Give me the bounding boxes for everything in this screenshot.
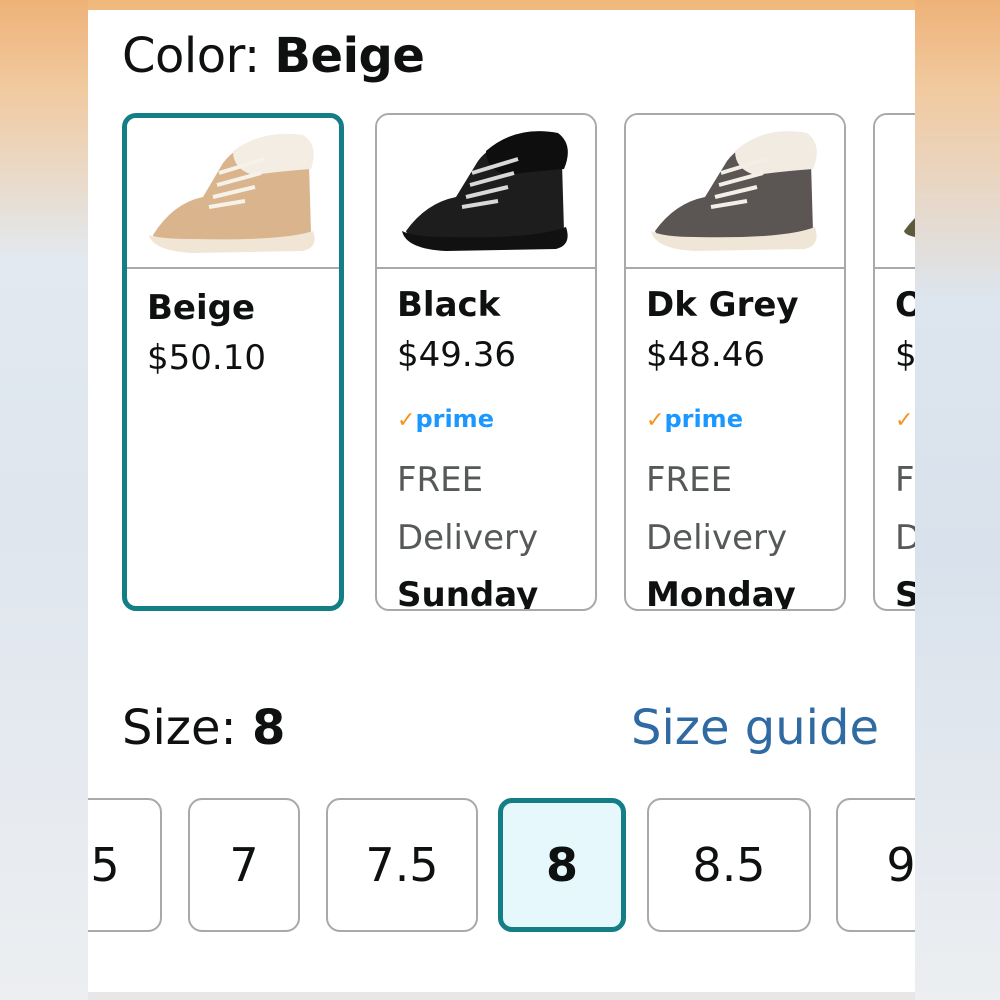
color-swatch-olive[interactable]: O $ ✓prime F D S — [873, 113, 915, 611]
size-heading: Size: 8 — [122, 700, 285, 756]
color-swatch-beige[interactable]: Beige $50.10 — [122, 113, 344, 611]
size-option-9[interactable]: 9 — [836, 798, 915, 932]
size-guide-link[interactable]: Size guide — [631, 700, 879, 756]
swatch-price: $ — [895, 335, 915, 375]
color-heading: Color: Beige — [122, 28, 425, 84]
prime-badge: ✓prime — [895, 405, 915, 433]
boot-image-black — [377, 115, 595, 269]
size-label: Size: — [122, 700, 237, 756]
divider — [88, 992, 915, 1000]
prime-badge: ✓prime — [646, 405, 743, 433]
swatch-name: Dk Grey — [646, 285, 799, 325]
swatch-price: $49.36 — [397, 335, 516, 375]
prime-check-icon: ✓ — [646, 408, 665, 433]
size-option-8-5[interactable]: 8.5 — [647, 798, 811, 932]
boot-image-beige — [127, 118, 339, 269]
color-label: Color: — [122, 28, 260, 84]
swatch-price: $50.10 — [147, 338, 266, 378]
prime-check-icon: ✓ — [397, 408, 416, 433]
size-option-7[interactable]: 7 — [188, 798, 300, 932]
size-option-8[interactable]: 8 — [498, 798, 626, 932]
delivery-free-label: F — [895, 460, 915, 500]
prime-badge: ✓prime — [397, 405, 494, 433]
selected-color: Beige — [274, 28, 425, 84]
background-left — [0, 0, 88, 1000]
delivery-day: Monday — [646, 575, 796, 611]
swatch-name: Beige — [147, 288, 256, 328]
delivery-label: Delivery — [646, 518, 788, 558]
color-swatch-list: Beige $50.10 Black $49.36 ✓prime FREE De… — [88, 113, 915, 623]
product-options-panel: Color: Beige Beige $50.10 Black $49.36 ✓… — [88, 10, 915, 1000]
color-swatch-black[interactable]: Black $49.36 ✓prime FREE Delivery Sunday — [375, 113, 597, 611]
boot-image-dk-grey — [626, 115, 844, 269]
prime-check-icon: ✓ — [895, 408, 914, 433]
background-right — [915, 0, 1000, 1000]
swatch-name: O — [895, 285, 915, 325]
swatch-price: $48.46 — [646, 335, 765, 375]
color-swatch-dk-grey[interactable]: Dk Grey $48.46 ✓prime FREE Delivery Mond… — [624, 113, 846, 611]
size-options: 5 7 7.5 8 8.5 9 — [88, 786, 915, 936]
boot-image-olive — [875, 115, 915, 269]
size-option-7-5[interactable]: 7.5 — [326, 798, 478, 932]
delivery-free-label: FREE — [397, 460, 484, 500]
size-option-5[interactable]: 5 — [88, 798, 162, 932]
delivery-day: S — [895, 575, 915, 609]
delivery-free-label: FREE — [646, 460, 733, 500]
swatch-name: Black — [397, 285, 501, 325]
delivery-label: D — [895, 518, 915, 558]
delivery-day: Sunday — [397, 575, 539, 611]
selected-size: 8 — [251, 700, 286, 756]
delivery-label: Delivery — [397, 518, 539, 558]
